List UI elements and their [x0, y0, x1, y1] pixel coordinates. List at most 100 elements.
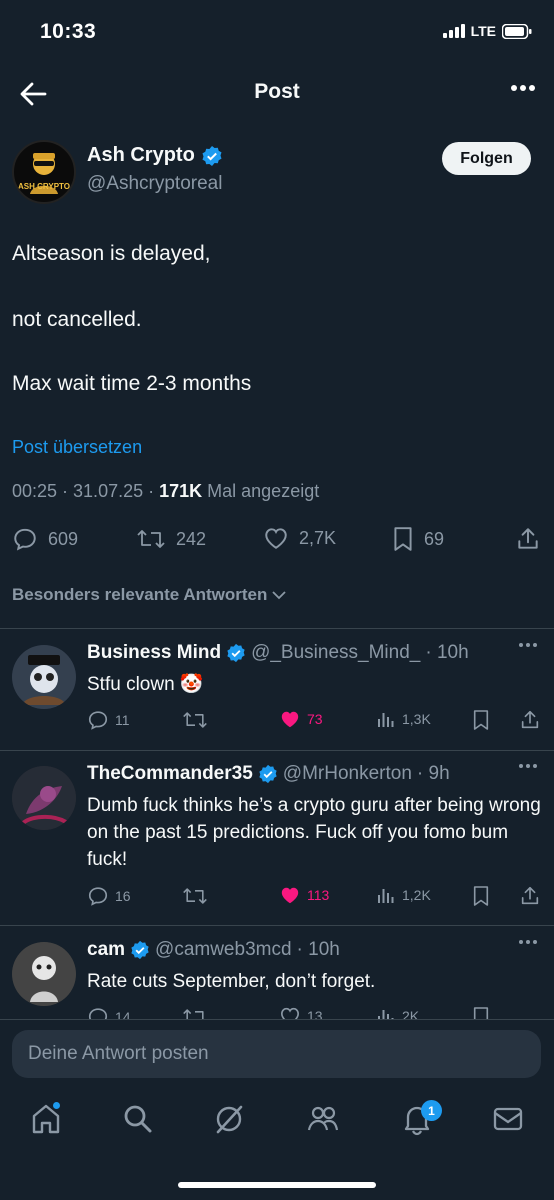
repost-icon: [183, 1009, 204, 1019]
author-avatar[interactable]: ASH CRYPTO: [12, 140, 76, 204]
follow-button[interactable]: Folgen: [442, 142, 531, 175]
reply-text: Dumb fuck thinks he’s a crypto guru afte…: [87, 795, 541, 870]
comment-icon: [88, 1008, 108, 1019]
reply-comment-button[interactable]: 16: [87, 885, 131, 907]
reply-bookmark-button[interactable]: [472, 1006, 490, 1019]
reply-stat-button[interactable]: 609: [12, 526, 78, 552]
view-count: 171K: [159, 481, 203, 501]
divider: [0, 1019, 554, 1020]
like-count: 2,7K: [299, 527, 337, 548]
reply-bookmark-button[interactable]: [472, 885, 490, 907]
status-time: 10:33: [40, 20, 97, 43]
heart-filled-icon: [281, 711, 299, 728]
reply-more-button[interactable]: [518, 642, 538, 648]
grok-icon: [216, 1105, 243, 1134]
verified-badge-icon: [259, 764, 277, 784]
verified-badge-icon: [131, 940, 149, 960]
reply-header: TheCommander35 @MrHonkerton · 9h: [87, 763, 450, 785]
reply-avatar[interactable]: [12, 942, 76, 1006]
reply-author-name[interactable]: cam: [87, 939, 125, 961]
reply-author-handle[interactable]: @MrHonkerton: [283, 763, 412, 785]
share-icon: [518, 528, 538, 549]
reply-avatar[interactable]: [12, 645, 76, 709]
like-stat-button[interactable]: 2,7K: [263, 526, 336, 550]
reply-author-name[interactable]: Business Mind: [87, 642, 221, 664]
reply-like-button[interactable]: 13: [279, 1006, 323, 1019]
signal-icon: [442, 24, 465, 38]
page-title: Post: [254, 80, 300, 103]
author-name[interactable]: Ash Crypto: [87, 144, 195, 167]
more-horizontal-icon: [519, 940, 537, 944]
home-unread-dot: [53, 1102, 60, 1109]
reply-share-button[interactable]: [519, 709, 541, 731]
home-indicator: [178, 1182, 376, 1188]
comment-icon: [88, 711, 108, 730]
bookmark-icon: [473, 886, 489, 906]
notification-badge: 1: [421, 1100, 442, 1121]
bookmark-count: 69: [424, 528, 445, 549]
more-options-button[interactable]: [510, 84, 536, 92]
divider: [0, 628, 554, 629]
reply-text: Stfu clown 🤡: [87, 674, 204, 695]
reply-time: · 9h: [416, 763, 450, 784]
network-label: LTE: [470, 23, 496, 39]
nav-communities[interactable]: [306, 1102, 340, 1136]
reply-author-handle[interactable]: @_Business_Mind_: [251, 642, 420, 664]
reply-repost-button[interactable]: [182, 885, 214, 907]
reply-more-button[interactable]: [518, 939, 538, 945]
post-meta: 00:25 · 31.07.25 · 171K Mal angezeigt: [12, 481, 319, 502]
reply-sort-label: Besonders relevante Antworten: [12, 585, 268, 604]
reply-comment-count: 14: [115, 1009, 131, 1019]
reply-view-count: 1,3K: [402, 711, 431, 727]
reply-composer-input[interactable]: Deine Antwort posten: [12, 1030, 541, 1078]
reply-views-button[interactable]: 1,2K: [376, 885, 431, 905]
reply-bookmark-button[interactable]: [472, 709, 490, 731]
reply-views-button[interactable]: 2K: [376, 1006, 419, 1019]
reply-avatar[interactable]: [12, 766, 76, 830]
reply-view-count: 2K: [402, 1008, 420, 1019]
reply-comment-count: 16: [115, 888, 131, 904]
reply-like-count: 13: [307, 1008, 323, 1019]
nav-grok[interactable]: [212, 1102, 246, 1136]
heart-filled-icon: [281, 887, 299, 904]
bookmark-stat-button[interactable]: 69: [392, 526, 444, 552]
author-name-row[interactable]: Ash Crypto: [87, 144, 223, 167]
reply-author-handle[interactable]: @camweb3mcd: [155, 939, 292, 961]
analytics-icon: [378, 713, 394, 727]
divider: [0, 750, 554, 751]
more-horizontal-icon: [511, 85, 535, 91]
reply-time: · 10h: [425, 642, 469, 663]
nav-messages[interactable]: [492, 1102, 524, 1136]
reply-repost-button[interactable]: [182, 709, 214, 731]
reply-more-button[interactable]: [518, 763, 538, 769]
chevron-down-icon: [272, 591, 287, 600]
share-button[interactable]: [515, 526, 541, 552]
analytics-icon: [378, 1010, 394, 1019]
repost-icon: [137, 530, 165, 548]
repost-stat-button[interactable]: 242: [136, 526, 206, 552]
author-handle[interactable]: @Ashcryptoreal: [87, 173, 222, 195]
reply-header: Business Mind @_Business_Mind_ · 10h: [87, 642, 469, 664]
mail-icon: [493, 1107, 523, 1131]
reply-text: Rate cuts September, don’t forget.: [87, 971, 376, 992]
reply-like-button[interactable]: 113: [279, 885, 329, 905]
translate-link[interactable]: Post übersetzen: [12, 437, 142, 458]
communities-icon: [307, 1106, 339, 1131]
heart-icon: [265, 528, 287, 549]
heart-icon: [280, 1007, 300, 1019]
reply-author-name[interactable]: TheCommander35: [87, 763, 253, 785]
reply-count: 609: [48, 528, 79, 549]
reply-share-button[interactable]: [519, 885, 541, 907]
reply-views-button[interactable]: 1,3K: [376, 709, 431, 729]
reply-like-count: 73: [307, 711, 323, 727]
reply-comment-button[interactable]: 11: [87, 709, 130, 731]
reply-like-button[interactable]: 73: [279, 709, 323, 729]
bookmark-icon: [394, 527, 412, 551]
reply-time: · 10h: [296, 939, 340, 960]
avatar-logo-text: ASH CRYPTO: [17, 182, 70, 191]
reply-repost-button[interactable]: [182, 1006, 208, 1019]
reply-comment-button[interactable]: 14: [87, 1006, 131, 1019]
nav-search[interactable]: [121, 1102, 155, 1136]
post-timestamp: 00:25 · 31.07.25 ·: [12, 481, 160, 501]
reply-sort-dropdown[interactable]: Besonders relevante Antworten: [12, 585, 287, 605]
